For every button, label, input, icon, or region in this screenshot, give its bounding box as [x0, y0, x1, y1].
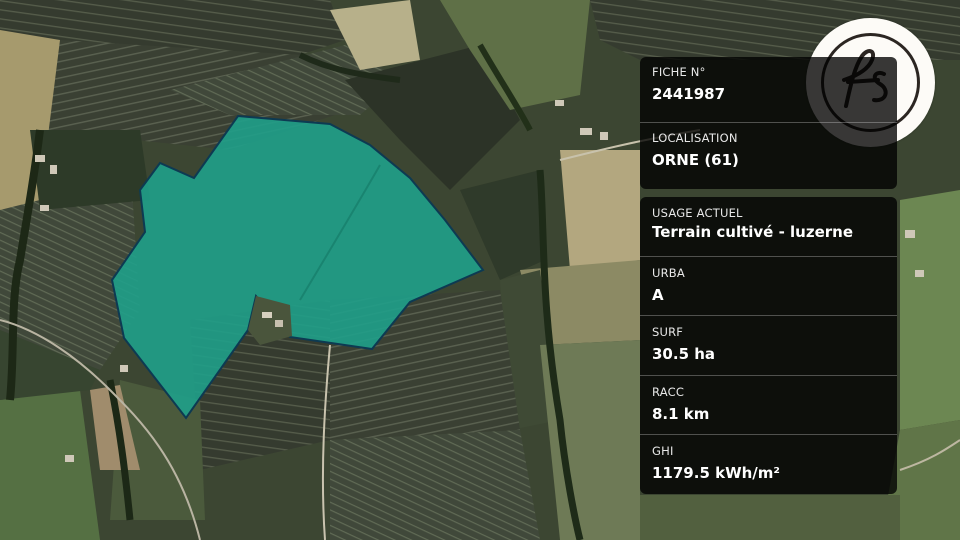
surf-label: SURF — [652, 325, 684, 340]
localisation-label: LOCALISATION — [652, 131, 738, 145]
racc-value: 8.1 km — [652, 404, 710, 423]
parcel-id-panel: FICHE N° 2441987 LOCALISATION ORNE (61) — [640, 57, 897, 189]
fiche-value: 2441987 — [652, 85, 726, 103]
urba-label: URBA — [652, 266, 685, 280]
ghi-value: 1179.5 kWh/m² — [652, 464, 780, 483]
usage-value: Terrain cultivé - luzerne — [652, 223, 853, 241]
racc-row: RACC 8.1 km — [640, 376, 897, 436]
fiche-row: FICHE N° 2441987 — [640, 57, 897, 123]
ghi-row: GHI 1179.5 kWh/m² — [640, 435, 897, 494]
urba-row: URBA A — [640, 257, 897, 317]
localisation-value: ORNE (61) — [652, 151, 739, 169]
usage-row: USAGE ACTUEL Terrain cultivé - luzerne — [640, 197, 897, 257]
surf-value: 30.5 ha — [652, 345, 716, 364]
fiche-label: FICHE N° — [652, 65, 706, 79]
localisation-row: LOCALISATION ORNE (61) — [640, 123, 897, 189]
racc-label: RACC — [652, 384, 685, 399]
parcel-details-panel: USAGE ACTUEL Terrain cultivé - luzerne U… — [640, 197, 897, 494]
usage-label: USAGE ACTUEL — [652, 206, 743, 220]
ghi-label: GHI — [652, 444, 674, 459]
surf-row: SURF 30.5 ha — [640, 316, 897, 376]
urba-value: A — [652, 286, 664, 304]
